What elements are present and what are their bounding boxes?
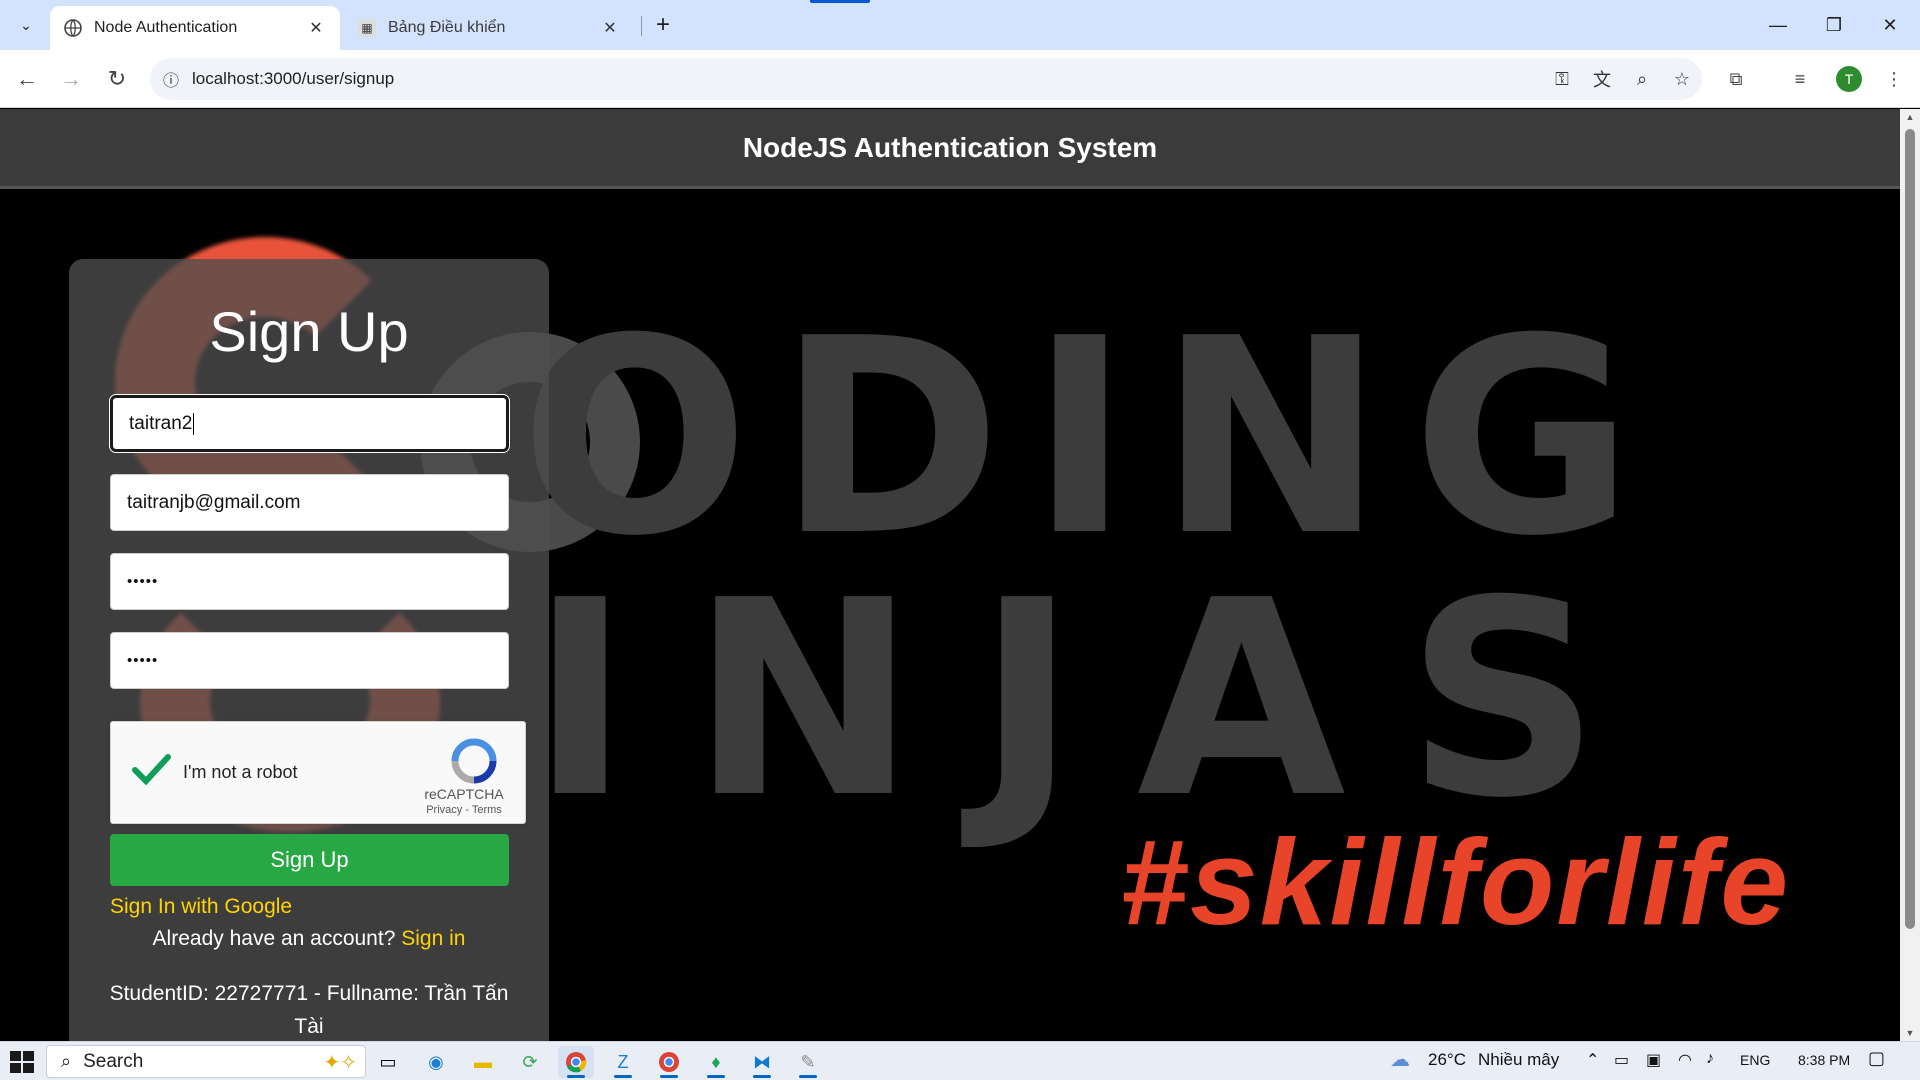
windows-start-icon[interactable]	[8, 1049, 36, 1075]
zoom-icon[interactable]: ⌕	[1622, 59, 1662, 99]
close-tab-icon[interactable]: ✕	[600, 18, 620, 38]
taskbar-search-label: Search	[83, 1050, 144, 1072]
confirm-password-input[interactable]: •••••	[110, 632, 509, 689]
site-info-icon[interactable]: ⓘ	[150, 67, 192, 91]
active-indicator	[614, 1075, 632, 1078]
vscode-icon[interactable]: ⧓	[744, 1046, 780, 1078]
windows-taskbar: ⌕ Search ✦✧ ▭ ◉ ▬ ⟳ Z ♦ ⧓ ✎ ☁ 26°C Nhiều…	[0, 1041, 1920, 1080]
close-window-icon[interactable]: ✕	[1862, 0, 1918, 50]
email-value: taitranjb@gmail.com	[127, 491, 301, 513]
recaptcha-logo-icon	[451, 738, 497, 784]
browser-tab-bar: ⌄ Node Authentication ✕ ▦ Bảng Điều khiể…	[0, 0, 1920, 50]
chrome-icon[interactable]	[558, 1046, 594, 1078]
checkmark-icon[interactable]	[131, 750, 171, 790]
language-indicator[interactable]: ENG	[1740, 1052, 1770, 1068]
address-bar[interactable]: ⓘ localhost:3000/user/signup ⚿ 文 ⌕ ☆	[150, 58, 1702, 100]
clock[interactable]: 8:38 PM	[1798, 1052, 1850, 1068]
tab-strip-indicator	[810, 0, 870, 3]
tab-bang-dieu-khien[interactable]: ▦ Bảng Điều khiển ✕	[344, 6, 634, 50]
password-value: •••••	[127, 573, 159, 590]
battery-icon[interactable]: ▭	[1614, 1050, 1629, 1070]
close-tab-icon[interactable]: ✕	[306, 18, 326, 38]
edge-browser-icon[interactable]: ◉	[418, 1046, 454, 1078]
signup-card: Sign Up taitran2 taitranjb@gmail.com •••…	[69, 259, 549, 1041]
page-viewport: NodeJS Authentication System ODING INJAS…	[0, 109, 1900, 1041]
task-view-icon[interactable]: ▭	[370, 1046, 406, 1078]
form-title: Sign Up	[209, 300, 409, 363]
tab-search-chevron-icon[interactable]: ⌄	[10, 10, 42, 40]
recaptcha-widget[interactable]: I'm not a robot reCAPTCHA Privacy - Term…	[110, 721, 526, 824]
mongodb-icon[interactable]: ♦	[698, 1046, 734, 1078]
zalo-icon[interactable]: Z	[605, 1046, 641, 1078]
app-pen-icon[interactable]: ✎	[790, 1046, 826, 1078]
recaptcha-links[interactable]: Privacy - Terms	[419, 804, 509, 816]
scroll-up-arrow-icon[interactable]: ▲	[1900, 109, 1920, 125]
username-input[interactable]: taitran2	[110, 395, 509, 452]
signup-button[interactable]: Sign Up	[110, 834, 509, 886]
app-green-icon[interactable]: ⟳	[512, 1046, 548, 1078]
browser-toolbar: ← → ↻ ⓘ localhost:3000/user/signup ⚿ 文 ⌕…	[0, 50, 1920, 108]
background-word-line2: INJAS	[530, 542, 1661, 857]
text-caret	[193, 412, 195, 435]
weather-desc[interactable]: Nhiều mây	[1478, 1050, 1559, 1070]
search-icon: ⌕	[61, 1051, 72, 1071]
active-indicator	[707, 1075, 725, 1078]
active-indicator	[567, 1075, 585, 1078]
back-arrow-icon[interactable]: ←	[10, 62, 44, 96]
weather-temp[interactable]: 26°C	[1428, 1050, 1466, 1070]
notification-icon[interactable]: ▢	[1868, 1048, 1885, 1069]
file-explorer-icon[interactable]: ▬	[465, 1046, 501, 1078]
page-scrollbar[interactable]: ▲ ▼	[1900, 109, 1920, 1041]
password-key-icon[interactable]: ⚿	[1542, 59, 1582, 99]
email-input[interactable]: taitranjb@gmail.com	[110, 474, 509, 531]
password-input[interactable]: •••••	[110, 553, 509, 610]
new-tab-plus-icon[interactable]: +	[648, 10, 678, 40]
volume-icon[interactable]: ♪	[1706, 1050, 1714, 1068]
have-account-text: Already have an account?	[152, 927, 396, 950]
profile-avatar[interactable]: T	[1836, 66, 1862, 92]
scrollbar-thumb[interactable]	[1905, 129, 1915, 929]
chrome-profile-icon[interactable]	[651, 1046, 687, 1078]
active-indicator	[753, 1075, 771, 1078]
site-header: NodeJS Authentication System	[0, 109, 1900, 189]
google-signin-link[interactable]: Sign In with Google	[110, 895, 292, 919]
have-account-row: Already have an account? Sign in	[69, 927, 549, 951]
background-tagline: #skillforlife	[1120, 814, 1791, 950]
minimize-icon[interactable]: —	[1750, 0, 1806, 50]
extensions-icon[interactable]: ⧉	[1718, 62, 1754, 96]
media-controls-icon[interactable]: ≡	[1782, 62, 1818, 96]
username-value: taitran2	[129, 412, 193, 434]
restore-icon[interactable]: ❐	[1806, 0, 1862, 50]
active-indicator	[799, 1075, 817, 1078]
translate-icon[interactable]: 文	[1582, 59, 1622, 99]
tray-chevron-icon[interactable]: ⌃	[1586, 1050, 1599, 1070]
globe-icon	[64, 19, 82, 37]
meet-icon[interactable]: ▣	[1646, 1050, 1661, 1070]
reload-icon[interactable]: ↻	[100, 62, 134, 96]
forward-arrow-icon[interactable]: →	[54, 62, 88, 96]
copilot-sparkle-icon: ✦✧	[323, 1052, 357, 1074]
url-text[interactable]: localhost:3000/user/signup	[192, 69, 1542, 89]
tab-title: Node Authentication	[94, 19, 238, 36]
site-favicon-icon: ▦	[358, 19, 376, 37]
taskbar-search-box[interactable]: ⌕ Search ✦✧	[46, 1045, 366, 1078]
bookmark-star-icon[interactable]: ☆	[1662, 59, 1702, 99]
student-info: StudentID: 22727771 - Fullname: Trần Tấn…	[109, 982, 509, 1038]
scroll-down-arrow-icon[interactable]: ▼	[1900, 1025, 1920, 1041]
signin-link[interactable]: Sign in	[401, 927, 465, 950]
confirm-password-value: •••••	[127, 652, 159, 669]
recaptcha-brand: reCAPTCHA	[424, 786, 504, 802]
more-menu-icon[interactable]: ⋮	[1876, 62, 1912, 96]
tab-node-authentication[interactable]: Node Authentication ✕	[50, 6, 340, 50]
active-indicator	[660, 1075, 678, 1078]
tab-separator	[641, 16, 642, 36]
tab-title: Bảng Điều khiển	[388, 19, 506, 36]
recaptcha-label: I'm not a robot	[183, 762, 298, 782]
site-title: NodeJS Authentication System	[742, 131, 1158, 163]
wifi-icon[interactable]: ◠	[1678, 1050, 1692, 1070]
weather-cloud-icon[interactable]: ☁	[1390, 1047, 1410, 1072]
